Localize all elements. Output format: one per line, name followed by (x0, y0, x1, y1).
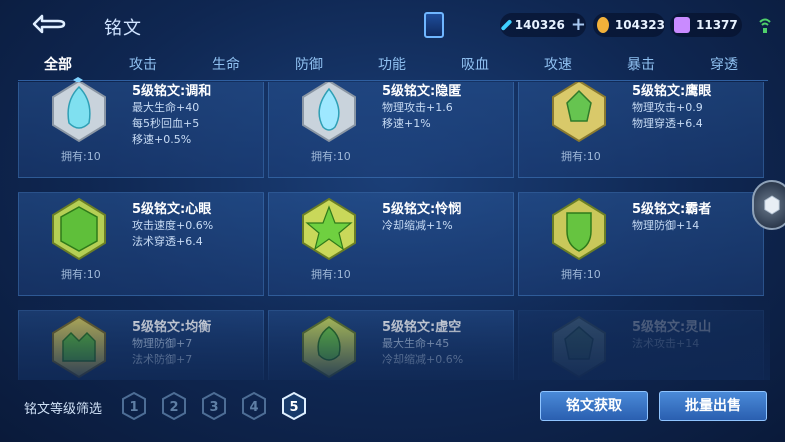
inscription-stat: 冷却缩减+0.6% (382, 353, 464, 366)
inscription-card[interactable]: 5级铭文:均衡 物理防御+7 法术防御+7 (18, 310, 264, 380)
inscription-stat: 每5秒回血+5 (132, 117, 200, 130)
inscription-gem-icon (552, 82, 606, 143)
inscription-card[interactable]: 5级铭文:霸者 物理防御+14 拥有:10 (518, 192, 764, 296)
diamond-icon (500, 19, 513, 31)
tab-attack-speed[interactable]: 攻速 (528, 52, 588, 78)
level-filter-2[interactable]: 2 (162, 392, 186, 420)
inscription-stat: 法术攻击+14 (632, 337, 700, 350)
tab-lifesteal[interactable]: 吸血 (445, 52, 505, 78)
gem-amount: 11377 (696, 18, 738, 32)
svg-text:5: 5 (289, 400, 298, 415)
inscription-stat: 移速+1% (382, 117, 431, 130)
inscription-card[interactable]: 5级铭文:心眼 攻击速度+0.6% 法术穿透+6.4 拥有:10 (18, 192, 264, 296)
inscription-stat: 攻击速度+0.6% (132, 219, 214, 232)
inscription-stat: 物理防御+7 (132, 337, 193, 350)
inscription-card[interactable]: 5级铭文:鹰眼 物理攻击+0.9 物理穿透+6.4 拥有:10 (518, 82, 764, 178)
inscription-gem-icon (302, 197, 356, 261)
gem-icon (674, 17, 690, 33)
owned-count: 拥有:10 (311, 150, 351, 163)
inscription-card[interactable]: 5级铭文:调和 最大生命+40 每5秒回血+5 移速+0.5% 拥有:10 (18, 82, 264, 178)
back-arrow-icon[interactable] (28, 12, 68, 36)
svg-text:3: 3 (209, 400, 218, 415)
diamond-amount: 140326 (514, 18, 565, 32)
gem-currency: 11377 (670, 13, 742, 37)
inscription-gem-icon (52, 197, 106, 261)
tab-health[interactable]: 生命 (196, 52, 256, 78)
inscription-stat: 法术防御+7 (132, 353, 193, 366)
side-menu-handle[interactable] (752, 180, 785, 230)
level-filter-4[interactable]: 4 (242, 392, 266, 420)
tab-attack[interactable]: 攻击 (113, 52, 173, 78)
inscription-book-icon[interactable] (424, 12, 444, 38)
inscription-card[interactable]: 5级铭文:怜悯 冷却缩减+1% 拥有:10 (268, 192, 514, 296)
gold-coin-icon (597, 17, 609, 33)
inscription-gem-icon (52, 82, 106, 143)
inscription-name: 5级铭文:霸者 (632, 202, 712, 217)
owned-count: 拥有:10 (561, 150, 601, 163)
inscription-name: 5级铭文:心眼 (132, 202, 212, 217)
inscription-name: 5级铭文:灵山 (632, 320, 712, 335)
batch-sell-button[interactable]: 批量出售 (659, 391, 767, 421)
gold-amount: 104323 (614, 18, 665, 32)
owned-count: 拥有:10 (311, 268, 351, 281)
bottom-bar: 铭文等级筛选 1 2 3 4 5 铭文获取 批量出售 (0, 384, 785, 442)
owned-count: 拥有:10 (561, 268, 601, 281)
svg-text:4: 4 (249, 400, 258, 415)
obtain-inscription-button[interactable]: 铭文获取 (540, 391, 648, 421)
inscription-card[interactable]: 5级铭文:虚空 最大生命+45 冷却缩减+0.6% (268, 310, 514, 380)
level-filter-label: 铭文等级筛选 (24, 402, 103, 417)
inscription-stat: 物理攻击+0.9 (632, 101, 703, 114)
hexagon-icon (764, 195, 780, 215)
level-filter-5[interactable]: 5 (282, 392, 306, 420)
tab-penetration[interactable]: 穿透 (694, 52, 754, 78)
inscription-gem-icon (302, 315, 356, 379)
inscription-grid: 5级铭文:调和 最大生命+40 每5秒回血+5 移速+0.5% 拥有:10 5级… (18, 82, 770, 380)
tab-defense[interactable]: 防御 (279, 52, 339, 78)
inscription-name: 5级铭文:怜悯 (382, 202, 462, 217)
inscription-name: 5级铭文:调和 (132, 84, 212, 99)
category-tabs: 全部 攻击 生命 防御 功能 吸血 攻速 暴击 穿透 (18, 52, 768, 83)
svg-text:2: 2 (169, 400, 178, 415)
inscription-gem-icon (552, 315, 606, 379)
inscription-gem-icon (552, 197, 606, 261)
inscription-stat: 法术穿透+6.4 (132, 235, 203, 248)
add-diamond-icon[interactable]: + (571, 16, 586, 34)
tab-crit[interactable]: 暴击 (611, 52, 671, 78)
svg-text:1: 1 (129, 400, 138, 415)
inscription-stat: 物理穿透+6.4 (632, 117, 703, 130)
inscription-name: 5级铭文:鹰眼 (632, 84, 712, 99)
inscription-stat: 最大生命+40 (132, 101, 200, 114)
inscription-name: 5级铭文:虚空 (382, 320, 462, 335)
level-filter-3[interactable]: 3 (202, 392, 226, 420)
inscription-gem-icon (52, 315, 106, 379)
inscription-stat: 最大生命+45 (382, 337, 450, 350)
gold-currency: 104323 (593, 13, 665, 37)
inscription-card[interactable]: 5级铭文:灵山 法术攻击+14 (518, 310, 764, 380)
inscription-name: 5级铭文:隐匿 (382, 84, 462, 99)
top-bar: 铭文 140326 + 104323 11377 (0, 0, 785, 52)
inscription-stat: 移速+0.5% (132, 133, 192, 146)
tabs-divider (18, 80, 768, 81)
inscription-gem-icon (302, 82, 356, 143)
owned-count: 拥有:10 (61, 150, 101, 163)
inscription-stat: 冷却缩减+1% (382, 219, 453, 232)
inscription-card[interactable]: 5级铭文:隐匿 物理攻击+1.6 移速+1% 拥有:10 (268, 82, 514, 178)
level-filter-1[interactable]: 1 (122, 392, 146, 420)
inscription-name: 5级铭文:均衡 (132, 320, 212, 335)
page-title: 铭文 (104, 18, 142, 39)
inscription-stat: 物理防御+14 (632, 219, 700, 232)
tab-utility[interactable]: 功能 (362, 52, 422, 78)
diamond-currency: 140326 + (500, 13, 586, 37)
wifi-signal-icon (759, 18, 771, 33)
inscription-stat: 物理攻击+1.6 (382, 101, 453, 114)
owned-count: 拥有:10 (61, 268, 101, 281)
tab-all[interactable]: 全部 (28, 52, 88, 78)
